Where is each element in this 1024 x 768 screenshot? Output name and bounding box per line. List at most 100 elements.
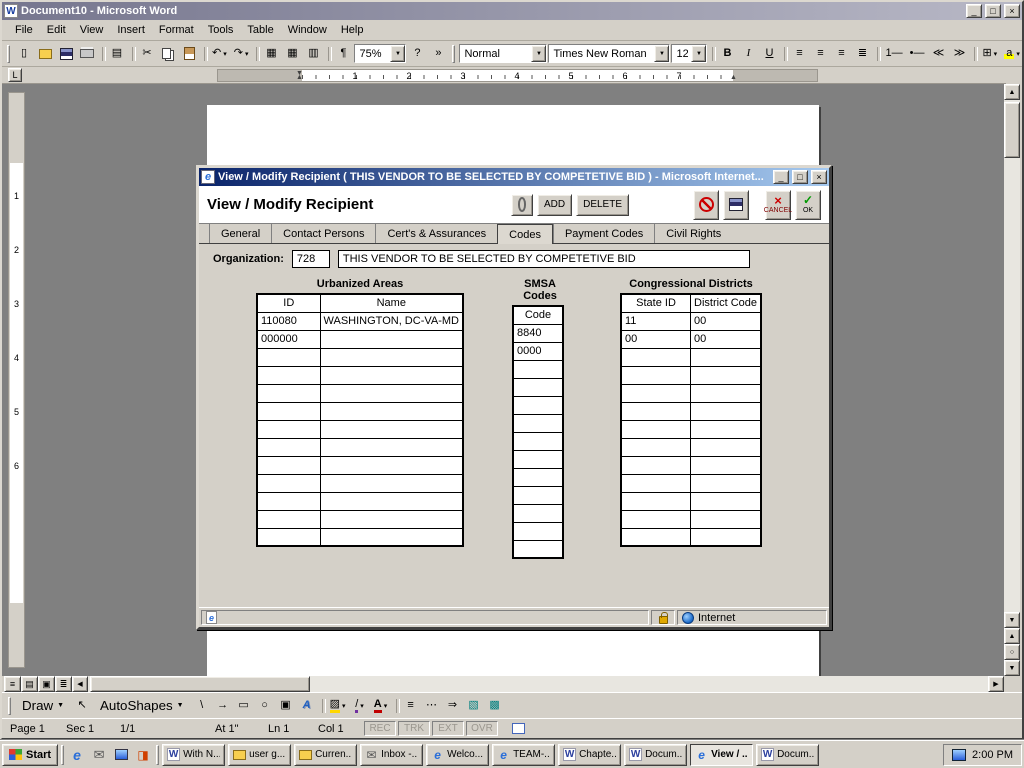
menu-item[interactable]: Tools (201, 22, 241, 38)
fill-color-icon[interactable]: ▨ (327, 696, 349, 716)
decrease-indent-icon[interactable]: ≪ (928, 44, 948, 64)
task-button[interactable]: eWelco... (426, 744, 489, 766)
tab[interactable]: Payment Codes (553, 224, 654, 243)
table-row[interactable] (513, 522, 563, 540)
align-left-icon[interactable]: ≡ (789, 44, 809, 64)
help-icon[interactable]: ? (407, 44, 427, 64)
menu-item[interactable]: File (8, 22, 40, 38)
show-paragraph-marks-icon[interactable]: ¶ (333, 44, 353, 64)
arrow-icon[interactable]: → (213, 696, 233, 716)
table-row[interactable] (513, 414, 563, 432)
table-row[interactable] (257, 366, 463, 384)
menu-item[interactable]: Help (334, 22, 371, 38)
table-row[interactable] (621, 438, 761, 456)
line-color-icon[interactable]: / (350, 696, 370, 716)
menu-item[interactable]: Insert (110, 22, 152, 38)
menu-item[interactable]: Window (281, 22, 334, 38)
popup-close-button[interactable]: × (811, 170, 827, 184)
quick-launch-outlook-icon[interactable]: ✉ (89, 745, 109, 765)
web-layout-view-button[interactable]: ▤ (21, 676, 38, 692)
rectangle-icon[interactable]: ▭ (234, 696, 254, 716)
font-combo[interactable]: Times New Roman ▼ (548, 44, 670, 63)
task-button[interactable]: Curren... (294, 744, 357, 766)
table-row[interactable] (513, 486, 563, 504)
task-button[interactable]: eView / ... (690, 744, 753, 766)
vertical-scroll-thumb[interactable] (1004, 102, 1020, 158)
table-row[interactable] (257, 438, 463, 456)
menu-item[interactable]: Table (240, 22, 280, 38)
table-row[interactable] (257, 528, 463, 546)
organization-id-field[interactable]: 728 (292, 250, 330, 268)
print-preview-icon[interactable]: ▤ (107, 44, 127, 64)
select-browse-object-button[interactable]: ○ (1004, 644, 1020, 660)
cancel-button[interactable]: × CANCEL (765, 190, 791, 220)
word-close-button[interactable]: × (1004, 4, 1020, 18)
status-indicator[interactable]: EXT (432, 721, 464, 736)
table-row[interactable] (621, 474, 761, 492)
table-row[interactable] (513, 450, 563, 468)
status-indicator[interactable]: OVR (466, 721, 498, 736)
table-row[interactable] (257, 420, 463, 438)
tab[interactable]: Contact Persons (271, 224, 375, 243)
table-row[interactable] (621, 456, 761, 474)
print-layout-view-button[interactable]: ▣ (38, 676, 55, 692)
tray-display-icon[interactable] (952, 749, 966, 761)
word-minimize-button[interactable]: _ (966, 4, 982, 18)
cut-icon[interactable]: ✂ (137, 44, 157, 64)
table-row[interactable] (257, 384, 463, 402)
font-size-dropdown-arrow[interactable]: ▼ (691, 45, 706, 62)
toolbar-drag-handle[interactable] (8, 697, 11, 715)
outside-border-icon[interactable]: ⊞ (979, 44, 1000, 64)
table-row[interactable] (621, 348, 761, 366)
font-size-combo[interactable]: 12 ▼ (671, 44, 707, 63)
quick-launch-channels-icon[interactable]: ◨ (133, 745, 153, 765)
save-icon[interactable] (56, 44, 76, 64)
dash-style-icon[interactable]: ⋯ (422, 696, 442, 716)
toolbar-drag-handle[interactable] (452, 45, 455, 63)
table-row[interactable] (257, 348, 463, 366)
table-row[interactable]: 1100 (621, 312, 761, 330)
table-row[interactable]: 000000 (257, 330, 463, 348)
copy-icon[interactable] (158, 44, 178, 64)
toolbar-drag-handle[interactable] (7, 45, 10, 63)
table-row[interactable] (621, 510, 761, 528)
word-restore-button[interactable]: □ (985, 4, 1001, 18)
organization-name-field[interactable]: THIS VENDOR TO BE SELECTED BY COMPETETIV… (338, 250, 750, 268)
quick-launch-show-desktop-icon[interactable] (111, 745, 131, 765)
horizontal-scroll-track[interactable] (88, 676, 988, 692)
menu-item[interactable]: Edit (40, 22, 73, 38)
table-row[interactable] (621, 366, 761, 384)
word-titlebar[interactable]: W Document10 - Microsoft Word _ □ × (2, 2, 1022, 20)
table-row[interactable] (621, 384, 761, 402)
browse-next-button[interactable]: ▼ (1004, 660, 1020, 676)
menu-item[interactable]: Format (152, 22, 201, 38)
word-art-icon[interactable]: A (297, 696, 317, 716)
new-document-icon[interactable]: ▯ (14, 44, 34, 64)
table-row[interactable] (257, 510, 463, 528)
task-button[interactable]: WDocum... (756, 744, 819, 766)
insert-table-icon[interactable]: ▦ (282, 44, 302, 64)
task-button[interactable]: WWith N... (162, 744, 225, 766)
task-button[interactable]: eTEAM-... (492, 744, 555, 766)
align-right-icon[interactable]: ≡ (831, 44, 851, 64)
table-row[interactable] (257, 492, 463, 510)
underline-button[interactable]: U (759, 44, 779, 64)
style-combo[interactable]: Normal ▼ (459, 44, 547, 63)
attachment-button[interactable] (511, 194, 533, 216)
start-button[interactable]: Start (2, 744, 58, 766)
increase-indent-icon[interactable]: ≫ (949, 44, 969, 64)
table-row[interactable] (621, 528, 761, 546)
table-row[interactable]: 0000 (621, 330, 761, 348)
ok-button[interactable]: ✓ OK (795, 190, 821, 220)
vertical-scroll-track[interactable] (1004, 100, 1020, 612)
tab[interactable]: General (209, 224, 271, 243)
highlight-icon[interactable]: a (1001, 44, 1023, 64)
table-row[interactable] (621, 492, 761, 510)
save-button[interactable] (723, 190, 749, 220)
table-row[interactable] (257, 474, 463, 492)
table-row[interactable] (513, 378, 563, 396)
tab[interactable]: Cert's & Assurances (375, 224, 497, 243)
columns-icon[interactable]: ▥ (303, 44, 323, 64)
table-row[interactable]: 0000 (513, 342, 563, 360)
three-d-icon[interactable]: ▩ (485, 696, 505, 716)
